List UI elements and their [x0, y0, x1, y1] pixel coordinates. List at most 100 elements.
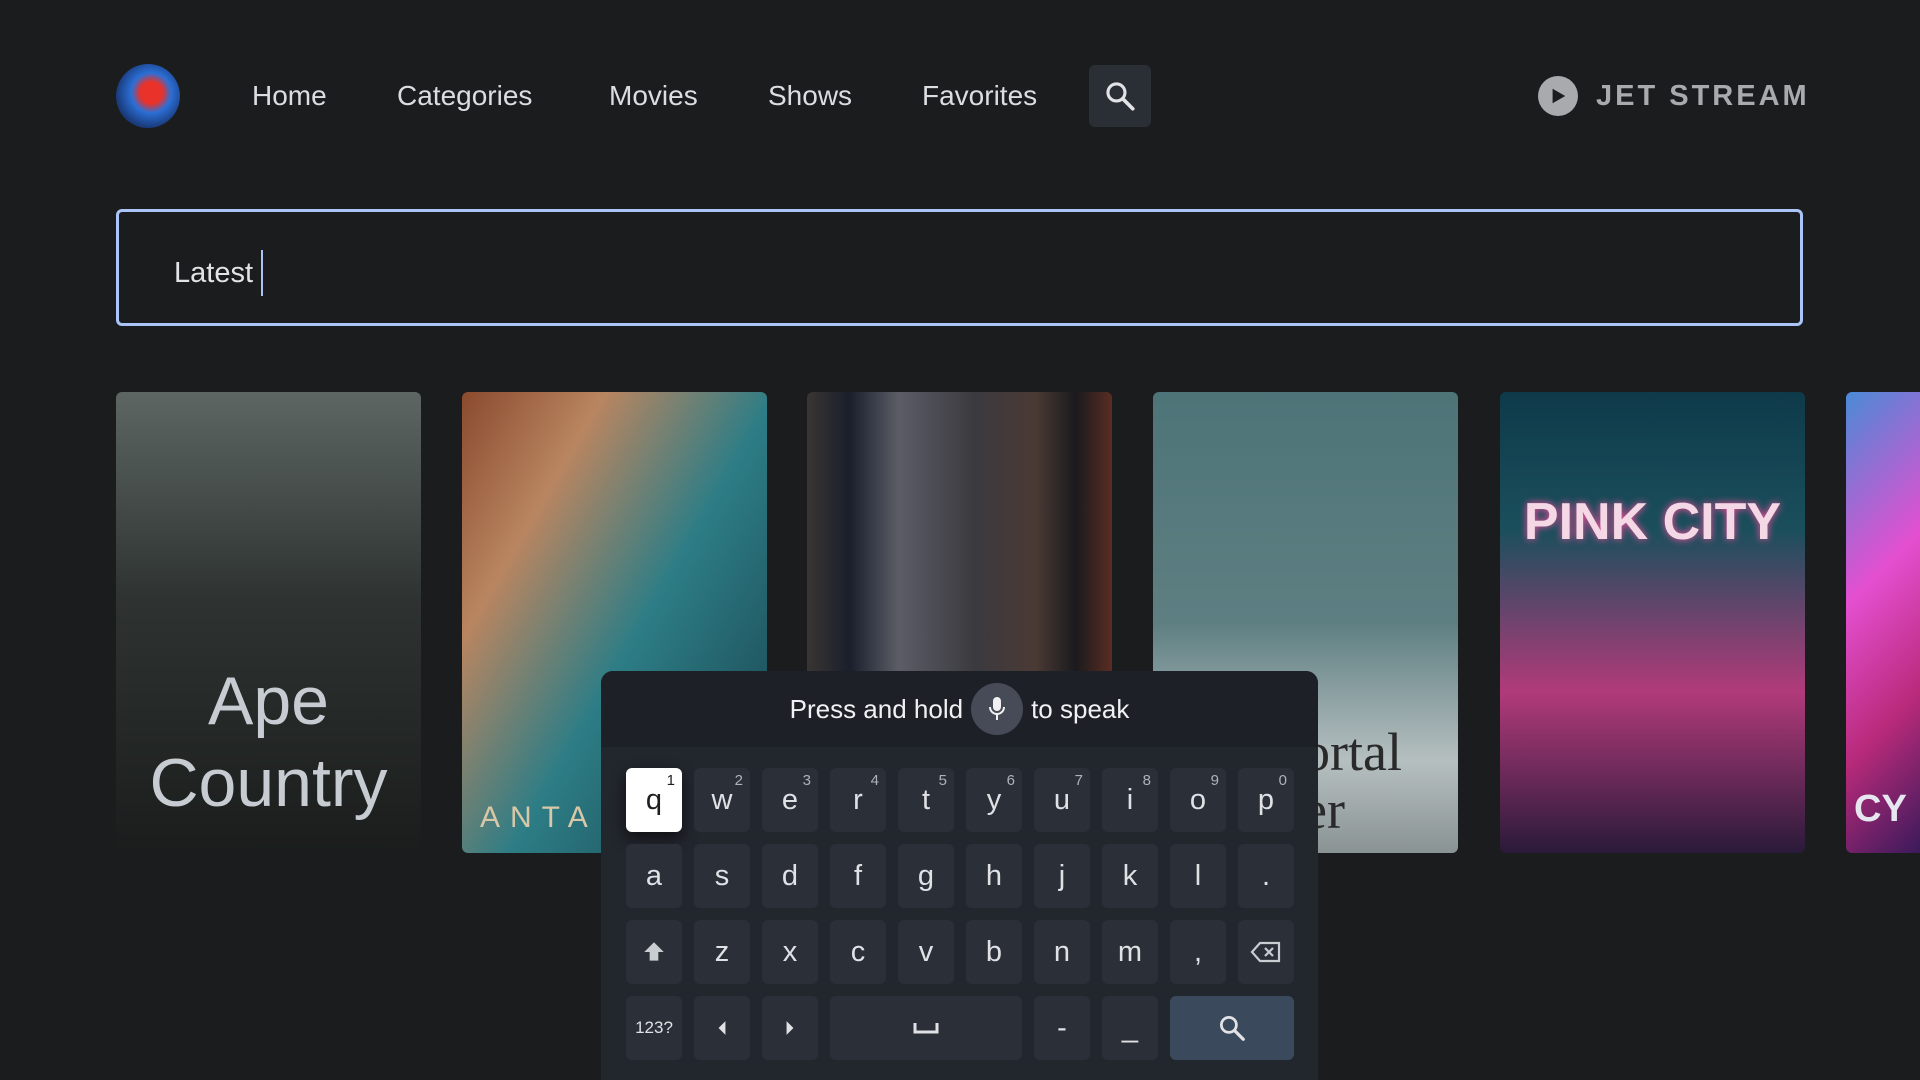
key-y[interactable]: y6: [966, 768, 1022, 832]
key-d[interactable]: d: [762, 844, 818, 908]
key-label: d: [781, 859, 799, 892]
key-z[interactable]: z: [694, 920, 750, 984]
key-number-hint: 4: [870, 772, 879, 789]
poster-title: CY: [1854, 788, 1907, 830]
key-label: y: [986, 783, 1002, 816]
key-symbol[interactable]: -: [1034, 996, 1090, 1060]
key-s[interactable]: s: [694, 844, 750, 908]
key-k[interactable]: k: [1102, 844, 1158, 908]
search-input-value: Latest: [174, 257, 253, 289]
key-shift[interactable]: [626, 920, 682, 984]
key-arrow-left[interactable]: [694, 996, 750, 1060]
key-label: -: [1057, 1011, 1067, 1044]
microphone-icon: [989, 697, 1006, 720]
key-label: x: [782, 935, 798, 968]
key-l[interactable]: l: [1170, 844, 1226, 908]
search-input[interactable]: Latest: [116, 209, 1803, 326]
search-icon: [1106, 82, 1135, 111]
nav-favorites[interactable]: Favorites: [922, 78, 1037, 114]
backspace-icon: [1250, 940, 1282, 964]
key-label: s: [714, 859, 730, 892]
key-m[interactable]: m: [1102, 920, 1158, 984]
key-label: o: [1189, 783, 1207, 816]
search-icon: [1217, 1013, 1247, 1043]
key-label: w: [711, 783, 733, 816]
brand-logo: JET STREAM: [1538, 76, 1810, 116]
nav-movies[interactable]: Movies: [609, 78, 698, 114]
arrow-left-icon: [716, 1020, 728, 1036]
voice-hint: Press and hold to speak: [601, 671, 1318, 747]
key-label: c: [850, 935, 866, 968]
on-screen-keyboard: Press and hold to speak q1w2e3r4t5y6u7i8…: [601, 671, 1318, 1080]
poster-card[interactable]: CY: [1846, 392, 1920, 853]
key-label: u: [1053, 783, 1071, 816]
poster-card[interactable]: Ape Country: [116, 392, 421, 853]
key-label: ,: [1193, 935, 1203, 968]
key-p[interactable]: p0: [1238, 768, 1294, 832]
key-label: t: [921, 783, 931, 816]
key-n[interactable]: n: [1034, 920, 1090, 984]
key-label: b: [985, 935, 1003, 968]
key-x[interactable]: x: [762, 920, 818, 984]
key-q[interactable]: q1: [626, 768, 682, 832]
key-h[interactable]: h: [966, 844, 1022, 908]
key-label: e: [781, 783, 799, 816]
voice-hint-before: Press and hold: [789, 693, 964, 724]
nav-home[interactable]: Home: [252, 78, 327, 114]
brand-name: JET STREAM: [1596, 79, 1810, 112]
key-b[interactable]: b: [966, 920, 1022, 984]
key-symbol[interactable]: .: [1238, 844, 1294, 908]
key-u[interactable]: u7: [1034, 768, 1090, 832]
key-label: j: [1058, 859, 1066, 892]
key-label: p: [1257, 783, 1275, 816]
key-number-hint: 9: [1210, 772, 1219, 789]
key-j[interactable]: j: [1034, 844, 1090, 908]
key-i[interactable]: i8: [1102, 768, 1158, 832]
space-icon: [913, 1021, 939, 1035]
key-r[interactable]: r4: [830, 768, 886, 832]
key-backspace[interactable]: [1238, 920, 1294, 984]
arrow-right-icon: [784, 1020, 796, 1036]
key-space[interactable]: [830, 996, 1022, 1060]
key-o[interactable]: o9: [1170, 768, 1226, 832]
key-label: z: [714, 935, 730, 968]
poster-title: Ape Country: [149, 663, 388, 821]
key-w[interactable]: w2: [694, 768, 750, 832]
key-label: a: [645, 859, 663, 892]
key-number-hint: 6: [1006, 772, 1015, 789]
avatar[interactable]: [116, 64, 180, 128]
key-label: f: [853, 859, 863, 892]
key-label: k: [1122, 859, 1138, 892]
key-label: g: [917, 859, 935, 892]
key-f[interactable]: f: [830, 844, 886, 908]
key-g[interactable]: g: [898, 844, 954, 908]
key-e[interactable]: e3: [762, 768, 818, 832]
key-number-hint: 1: [666, 772, 675, 789]
key-number-hint: 5: [938, 772, 947, 789]
key-search[interactable]: [1170, 996, 1294, 1060]
key-label: h: [985, 859, 1003, 892]
key-symbol[interactable]: ,: [1170, 920, 1226, 984]
key-arrow-right[interactable]: [762, 996, 818, 1060]
key-label: n: [1053, 935, 1071, 968]
key-number-hint: 2: [734, 772, 743, 789]
key-a[interactable]: a: [626, 844, 682, 908]
play-circle-icon: [1538, 76, 1578, 116]
nav-categories[interactable]: Categories: [397, 78, 532, 114]
key-symbol[interactable]: _: [1102, 996, 1158, 1060]
shift-icon: [641, 939, 667, 965]
key-label: m: [1117, 935, 1143, 968]
microphone-button[interactable]: [971, 683, 1024, 735]
key-number-hint: 8: [1142, 772, 1151, 789]
key-label: v: [918, 935, 934, 968]
nav-search-button[interactable]: [1089, 65, 1151, 127]
key-t[interactable]: t5: [898, 768, 954, 832]
key-v[interactable]: v: [898, 920, 954, 984]
key-123[interactable]: 123?: [626, 996, 682, 1060]
key-number-hint: 0: [1278, 772, 1287, 789]
poster-title: PINK CITY: [1523, 493, 1782, 551]
poster-card[interactable]: PINK CITY: [1500, 392, 1805, 853]
nav-shows[interactable]: Shows: [768, 78, 852, 114]
key-c[interactable]: c: [830, 920, 886, 984]
key-number-hint: 7: [1074, 772, 1083, 789]
